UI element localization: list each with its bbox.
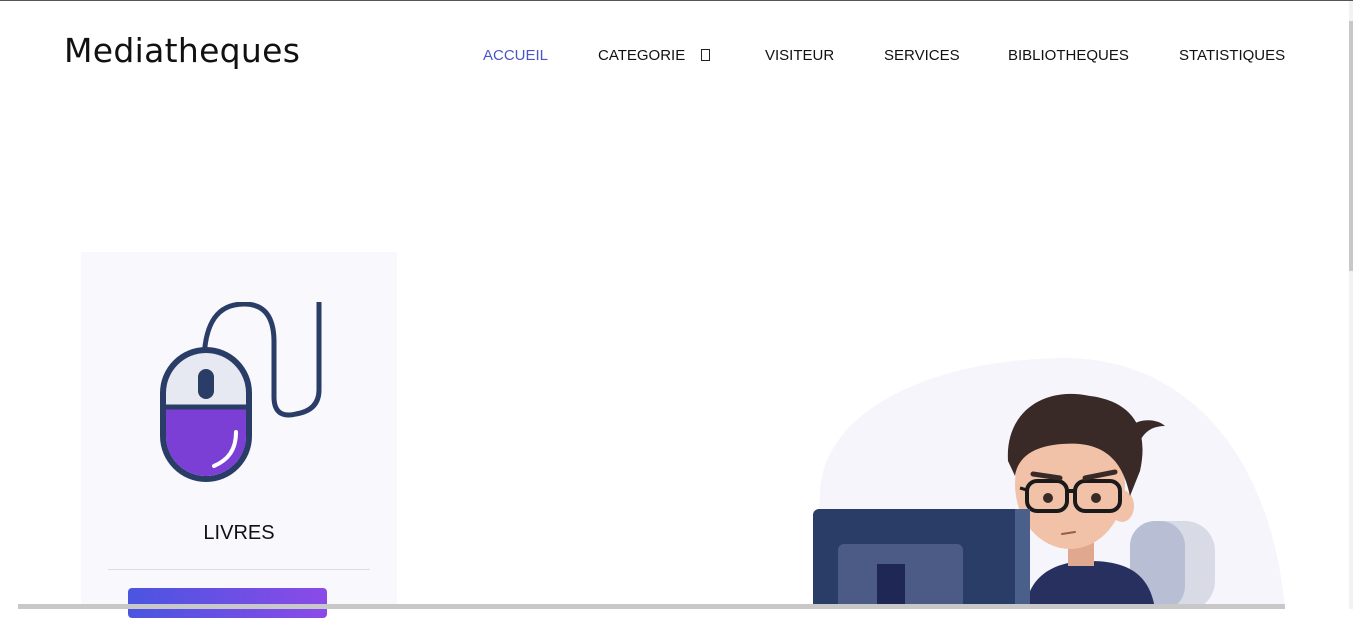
dropdown-caret-icon	[701, 49, 711, 61]
horizontal-scrollbar[interactable]	[18, 604, 1285, 609]
nav-item-visiteur[interactable]: VISITEUR	[765, 47, 834, 64]
nav-item-statistiques[interactable]: STATISTIQUES	[1179, 47, 1285, 64]
nav-item-categorie-label: CATEGORIE	[598, 47, 686, 64]
nav-item-categorie[interactable]: CATEGORIE	[598, 47, 711, 64]
card-divider	[108, 569, 370, 570]
card-title: LIVRES	[203, 522, 275, 544]
person-at-computer-illustration	[813, 357, 1285, 609]
vertical-scrollbar[interactable]	[1349, 1, 1353, 609]
card-action-button[interactable]	[128, 588, 327, 618]
mouse-icon	[160, 302, 322, 482]
nav-item-accueil[interactable]: ACCUEIL	[483, 47, 548, 64]
category-card-livres: LIVRES	[81, 252, 397, 618]
vertical-scrollbar-thumb[interactable]	[1349, 21, 1353, 271]
nav-item-bibliotheques[interactable]: BIBLIOTHEQUES	[1008, 47, 1129, 64]
site-brand-logo[interactable]: Mediatheques	[64, 31, 300, 70]
nav-item-services[interactable]: SERVICES	[884, 47, 960, 64]
